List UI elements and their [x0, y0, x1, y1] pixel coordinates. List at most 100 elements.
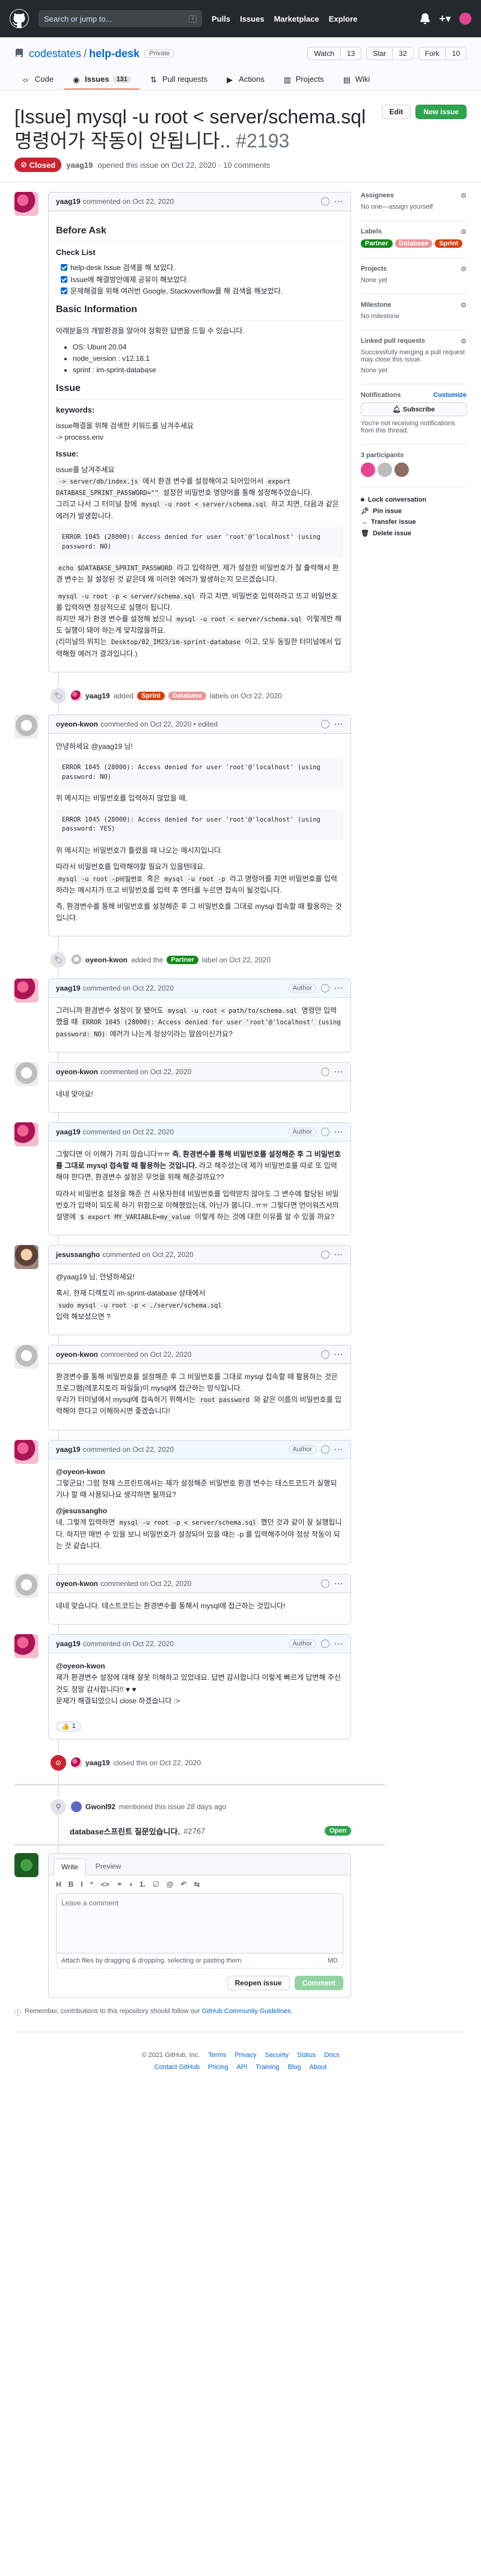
comment-date[interactable]: commented on Oct 22, 2020: [83, 1445, 174, 1454]
participant-avatar[interactable]: [378, 463, 392, 477]
add-reaction-icon[interactable]: [321, 1579, 329, 1588]
issue-author[interactable]: yaag19: [66, 161, 93, 170]
footer-link-pricing[interactable]: Pricing: [208, 2064, 228, 2071]
participant-avatar[interactable]: [394, 463, 409, 477]
avatar[interactable]: [71, 1801, 82, 1812]
comment-author[interactable]: yaag19: [56, 1640, 81, 1648]
footer-link-terms[interactable]: Terms: [208, 2052, 226, 2059]
transfer-issue-button[interactable]: → Transfer issue: [361, 518, 467, 526]
comment-date[interactable]: commented on Oct 22, 2020: [83, 984, 174, 992]
participant-avatar[interactable]: [361, 463, 375, 477]
delete-issue-button[interactable]: 🗑︎ Delete issue: [361, 529, 467, 538]
reopen-issue-button[interactable]: Reopen issue: [227, 1975, 290, 1990]
footer-link-about[interactable]: About: [310, 2064, 327, 2071]
gear-icon[interactable]: ⚙: [461, 192, 467, 200]
labels-heading[interactable]: Labels: [361, 228, 382, 236]
add-reaction-icon[interactable]: [321, 719, 329, 728]
attach-files-area[interactable]: Attach files by dragging & dropping, sel…: [56, 1953, 343, 1969]
user-mention[interactable]: @oyeon-kwon: [56, 1468, 105, 1476]
comment-author[interactable]: oyeon-kwon: [56, 1350, 98, 1359]
user-mention[interactable]: @oyeon-kwon: [56, 1662, 105, 1670]
create-new-icon[interactable]: +▾: [439, 13, 451, 25]
tab-code[interactable]: ‹› Code: [14, 70, 62, 90]
footer-link-contact[interactable]: Contact GitHub: [155, 2064, 200, 2071]
lock-conversation-button[interactable]: 🔒︎ Lock conversation: [361, 496, 467, 503]
notifications-bell-icon[interactable]: [420, 13, 430, 24]
kebab-menu-icon[interactable]: ···: [334, 1445, 343, 1454]
add-reaction-icon[interactable]: [321, 1250, 329, 1259]
tab-projects[interactable]: ▥ Projects: [275, 70, 332, 90]
github-logo-icon[interactable]: [10, 9, 29, 28]
customize-link[interactable]: Customize: [433, 392, 467, 399]
comment-date[interactable]: commented on Oct 22, 2020: [100, 1350, 191, 1359]
label-badge[interactable]: Sprint: [137, 691, 165, 700]
kebab-menu-icon[interactable]: ···: [334, 1579, 343, 1588]
repo-owner-link[interactable]: codestates: [29, 48, 81, 60]
fork-count[interactable]: 10: [445, 48, 466, 60]
add-reaction-icon[interactable]: [321, 1067, 329, 1076]
comment-author[interactable]: yaag19: [56, 984, 81, 992]
cross-reference[interactable]: database스프린트 질문있습니다. #2767 Open: [48, 1823, 351, 1837]
kebab-menu-icon[interactable]: ···: [334, 1068, 343, 1076]
avatar[interactable]: [14, 1573, 38, 1598]
event-author[interactable]: yaag19: [85, 1759, 110, 1767]
footer-link-privacy[interactable]: Privacy: [234, 2052, 256, 2059]
mention-icon[interactable]: @: [167, 1880, 174, 1889]
new-issue-button[interactable]: New issue: [415, 105, 467, 119]
event-author[interactable]: yaag19: [85, 692, 110, 700]
repo-name-link[interactable]: help-desk: [89, 48, 139, 60]
avatar[interactable]: [71, 954, 82, 966]
projects-heading[interactable]: Projects: [361, 265, 387, 273]
avatar[interactable]: [14, 192, 38, 216]
milestone-heading[interactable]: Milestone: [361, 301, 391, 309]
avatar[interactable]: [14, 979, 38, 1003]
footer-link-blog[interactable]: Blog: [288, 2064, 301, 2071]
kebab-menu-icon[interactable]: ···: [334, 197, 343, 206]
comment-date[interactable]: commented on Oct 22, 2020 • edited: [100, 720, 218, 728]
bold-icon[interactable]: B: [69, 1880, 74, 1889]
linked-prs-heading[interactable]: Linked pull requests: [361, 337, 425, 345]
fork-button[interactable]: Fork 10: [418, 47, 467, 60]
footer-link-status[interactable]: Status: [297, 2052, 316, 2059]
guidelines-link[interactable]: GitHub Community Guidelines: [202, 2008, 291, 2015]
comment-date[interactable]: commented on Oct 22, 2020: [83, 1640, 174, 1648]
gear-icon[interactable]: ⚙: [461, 265, 467, 273]
tab-issues[interactable]: ◉ Issues 131: [64, 70, 139, 90]
comment-author[interactable]: oyeon-kwon: [56, 720, 98, 728]
reference-title[interactable]: database스프린트 질문있습니다.: [70, 1825, 180, 1837]
assignees-value[interactable]: No one—assign yourself: [361, 203, 433, 211]
avatar[interactable]: [14, 1634, 38, 1659]
nav-explore[interactable]: Explore: [329, 14, 358, 23]
kebab-menu-icon[interactable]: ···: [334, 1640, 343, 1648]
italic-icon[interactable]: I: [81, 1880, 82, 1889]
comment-author[interactable]: oyeon-kwon: [56, 1579, 98, 1588]
kebab-menu-icon[interactable]: ···: [334, 1350, 343, 1359]
comment-author[interactable]: oyeon-kwon: [56, 1068, 98, 1076]
comment-date[interactable]: commented on Oct 22, 2020: [83, 1128, 174, 1136]
avatar[interactable]: [14, 714, 38, 739]
nav-pulls[interactable]: Pulls: [212, 14, 230, 23]
star-button[interactable]: Star 32: [366, 47, 414, 60]
pin-issue-button[interactable]: 📌︎ Pin issue: [361, 507, 467, 515]
nav-issues[interactable]: Issues: [240, 14, 264, 23]
add-reaction-icon[interactable]: [321, 984, 329, 993]
footer-link-security[interactable]: Security: [265, 2052, 289, 2059]
comment-author[interactable]: yaag19: [56, 1128, 81, 1136]
kebab-menu-icon[interactable]: ···: [334, 1250, 343, 1259]
footer-link-docs[interactable]: Docs: [324, 2052, 339, 2059]
add-reaction-icon[interactable]: [321, 1445, 329, 1454]
preview-tab[interactable]: Preview: [88, 1858, 129, 1875]
nav-marketplace[interactable]: Marketplace: [274, 14, 319, 23]
quote-icon[interactable]: “: [90, 1880, 94, 1889]
tab-pull-requests[interactable]: ⇅ Pull requests: [142, 70, 216, 90]
gear-icon[interactable]: ⚙: [461, 228, 467, 236]
event-author[interactable]: Gwonl92: [85, 1803, 115, 1811]
comment-author[interactable]: jesussangho: [56, 1250, 100, 1259]
watch-count[interactable]: 13: [340, 48, 361, 60]
code-icon[interactable]: <>: [101, 1880, 109, 1889]
comment-button[interactable]: Comment: [294, 1975, 343, 1990]
label-badge[interactable]: Database: [168, 691, 206, 700]
reply-icon[interactable]: ↶: [180, 1880, 186, 1889]
avatar[interactable]: [14, 1062, 38, 1086]
footer-link-api[interactable]: API: [236, 2064, 247, 2071]
